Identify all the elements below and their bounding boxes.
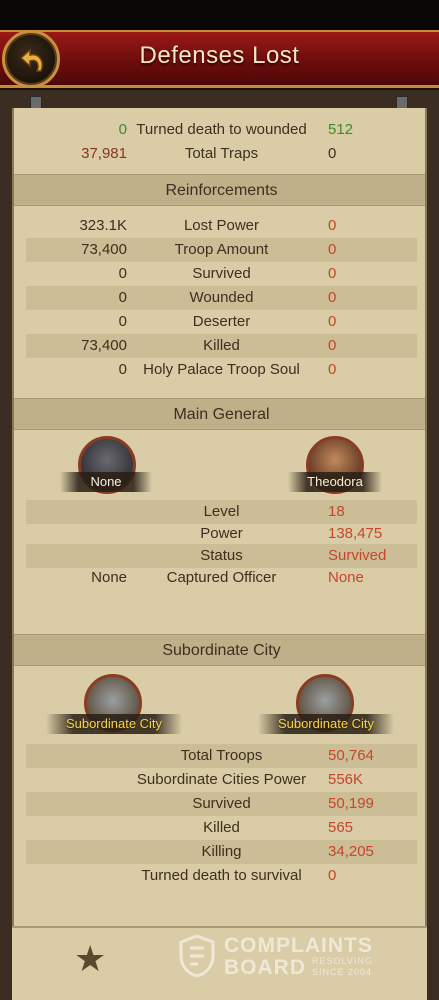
back-arrow-icon (19, 48, 43, 72)
table-row: 323.1K Lost Power 0 (79, 217, 337, 234)
star-icon[interactable]: ★ (74, 938, 106, 980)
city-name-left: Subordinate City (46, 714, 182, 734)
table-row: 0 Turned death to wounded 512 (118, 121, 354, 138)
table-row: 0 Survived 0 (118, 265, 337, 282)
title-banner: Defenses Lost (0, 30, 439, 88)
section-header-main-general: Main General (14, 398, 425, 430)
watermark-tagline: RESOLVING SINCE 2004 (312, 956, 373, 977)
section-header-subordinate-city: Subordinate City (14, 634, 425, 666)
table-row: 73,400 Troop Amount 0 (26, 238, 417, 262)
page-title: Defenses Lost (139, 42, 300, 69)
table-row: Killed 565 (203, 819, 354, 836)
report-panel: 0 Turned death to wounded 512 37,981 Tot… (12, 108, 427, 1000)
table-row: Subordinate Cities Power 556K (136, 771, 364, 788)
shield-icon (179, 934, 215, 978)
table-row: None Captured Officer None (91, 569, 364, 586)
table-row: Power 138,475 (200, 525, 383, 542)
table-row: 0 Deserter 0 (118, 313, 337, 330)
watermark-line1: COMPLAINTS (224, 934, 373, 957)
status-bar (0, 0, 439, 34)
general-name-right: Theodora (288, 472, 382, 492)
general-name-left: None (60, 472, 152, 492)
table-row: 73,400 Killed 0 (26, 334, 417, 358)
table-row: Status Survived (26, 544, 417, 568)
banner-underframe (0, 90, 439, 108)
table-row: Level 18 (26, 500, 417, 524)
watermark-line2: BOARD (224, 956, 306, 979)
table-row: 37,981 Total Traps 0 (81, 145, 337, 162)
section-header-reinforcements: Reinforcements (14, 174, 425, 206)
table-row: Turned death to survival 0 (141, 867, 337, 884)
back-button[interactable] (2, 30, 60, 88)
frame-right (427, 108, 439, 1000)
table-row: Killing 34,205 (26, 840, 417, 864)
table-row: 0 Holy Palace Troop Soul 0 (118, 361, 337, 378)
table-row: 0 Wounded 0 (26, 286, 417, 310)
table-row: Total Troops 50,764 (26, 744, 417, 768)
frame-left (0, 108, 12, 1000)
city-name-right: Subordinate City (258, 714, 394, 734)
watermark: COMPLAINTS BOARD RESOLVING SINCE 2004 (178, 934, 390, 980)
table-row: Survived 50,199 (26, 792, 417, 816)
